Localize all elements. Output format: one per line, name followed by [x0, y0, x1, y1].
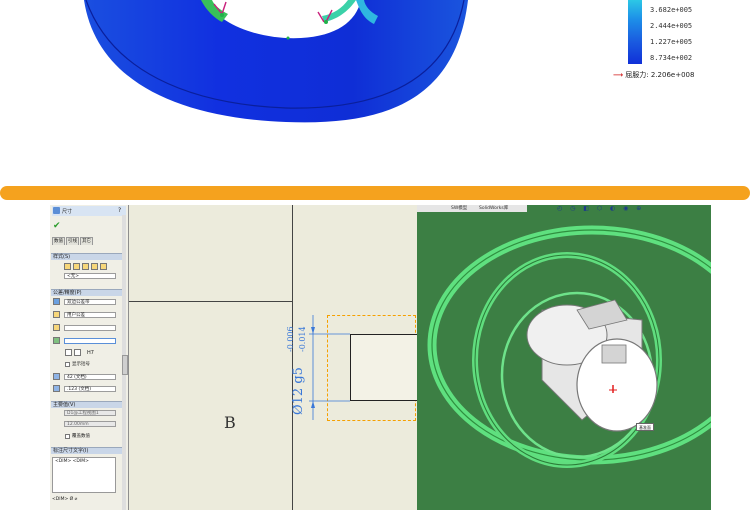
- tolerance-type-select[interactable]: 双边公差带: [64, 299, 116, 305]
- style-select[interactable]: <无>: [64, 273, 116, 279]
- legend-value: 3.682e+005: [650, 6, 693, 14]
- tolerance-class-select[interactable]: 用户公差: [64, 312, 116, 318]
- dimension-text-value: <DIM> <DIM>: [55, 459, 89, 464]
- stress-model: [84, 0, 468, 123]
- arrow-right-icon: ⟶: [613, 71, 624, 79]
- 3d-viewport[interactable]: SW模型 SolidWorks库 ◴ ◷ ◧ ⬡ ◐ ◉ ⊕ 基准面: [417, 205, 711, 510]
- ok-check-icon[interactable]: ✔: [53, 222, 61, 231]
- view-border: [292, 205, 293, 510]
- diameter-alt-icon[interactable]: ⌀: [75, 497, 78, 502]
- pm-title-bar: 尺寸 ?: [52, 206, 126, 216]
- override-value-label: 覆盖数值: [72, 434, 90, 439]
- tolerance-lower: -0.014: [298, 326, 307, 352]
- dimension-text-box[interactable]: <DIM> <DIM>: [52, 457, 116, 493]
- dimension-name-field[interactable]: D1@工程视图1: [64, 410, 116, 416]
- style-apply-icon[interactable]: [64, 263, 71, 270]
- style-delete-icon[interactable]: [91, 263, 98, 270]
- tolerance-upper: -0.006: [286, 326, 295, 352]
- precision-select[interactable]: 42 (文档): [64, 374, 116, 380]
- style-add-icon[interactable]: [73, 263, 80, 270]
- yield-text: 屈服力: 2.206e+008: [625, 71, 695, 79]
- simulation-plot: 3.682e+005 2.444e+005 1.227e+005 8.734e+…: [56, 0, 704, 142]
- fit-stack-icon[interactable]: [74, 349, 81, 356]
- section-tolerance[interactable]: 公差/精度(P): [51, 289, 126, 296]
- stress-legend-colorbar: [628, 0, 642, 64]
- face-tooltip: 基准面: [636, 423, 654, 431]
- style-save-icon[interactable]: [100, 263, 107, 270]
- shaft-assembly-model: [427, 225, 711, 468]
- yield-strength-label: ⟶ 屈服力: 2.206e+008: [613, 70, 694, 80]
- section-dimension-text[interactable]: 标注尺寸文字(I): [51, 447, 126, 454]
- section-style[interactable]: 样式(S): [51, 253, 126, 260]
- view-border: [129, 301, 292, 302]
- tolerance-type-icon: [53, 298, 60, 305]
- panel-collapse-handle[interactable]: [122, 355, 128, 375]
- legend-value: 8.734e+002: [650, 54, 693, 62]
- parentheses-label: 显示括号: [72, 362, 90, 367]
- tolerance-lower-input[interactable]: [64, 338, 116, 344]
- precision-icon: [53, 373, 60, 380]
- section-primary-value[interactable]: 主要值(V): [51, 401, 126, 408]
- tab-other[interactable]: 其它: [80, 237, 93, 245]
- tab-leader[interactable]: 引线: [66, 237, 79, 245]
- pm-title: 尺寸: [62, 209, 73, 215]
- cad-window: 尺寸 ? ✔ 数值 引线 其它 样式(S) <无> 公差/精度(P) 双边公差带…: [50, 205, 711, 510]
- help-icon[interactable]: ?: [118, 207, 121, 214]
- legend-value: 2.444e+005: [650, 22, 693, 30]
- tab-value[interactable]: 数值: [52, 237, 65, 245]
- fit-label: H7: [87, 350, 94, 356]
- dimension-icon: [53, 207, 60, 214]
- diameter-symbol-icon[interactable]: Ø: [70, 497, 74, 502]
- tolerance-upper-input[interactable]: [64, 325, 116, 331]
- override-value-checkbox[interactable]: [65, 434, 70, 439]
- section-divider: [0, 186, 750, 200]
- section-label: B: [224, 413, 236, 432]
- tolerance-precision-select[interactable]: .123 (文档): [64, 386, 116, 392]
- property-manager: 尺寸 ? ✔ 数值 引线 其它 样式(S) <无> 公差/精度(P) 双边公差带…: [50, 205, 129, 510]
- dim-token[interactable]: <DIM>: [52, 497, 68, 502]
- style-update-icon[interactable]: [82, 263, 89, 270]
- legend-value: 1.227e+005: [650, 38, 693, 46]
- tolerance-lower-icon: [53, 337, 60, 344]
- dimension-symbol-row: <DIM> Ø ⌀: [52, 497, 77, 502]
- tolerance-upper-icon: [53, 324, 60, 331]
- parentheses-checkbox[interactable]: [65, 362, 70, 367]
- dimension-lines: [309, 315, 350, 420]
- diameter-dimension[interactable]: Ø12 g5: [291, 367, 306, 415]
- dimension-value-field[interactable]: 12.00mm: [64, 421, 116, 427]
- tolerance-precision-icon: [53, 385, 60, 392]
- fit-icon[interactable]: [65, 349, 72, 356]
- tolerance-user-icon: [53, 311, 60, 318]
